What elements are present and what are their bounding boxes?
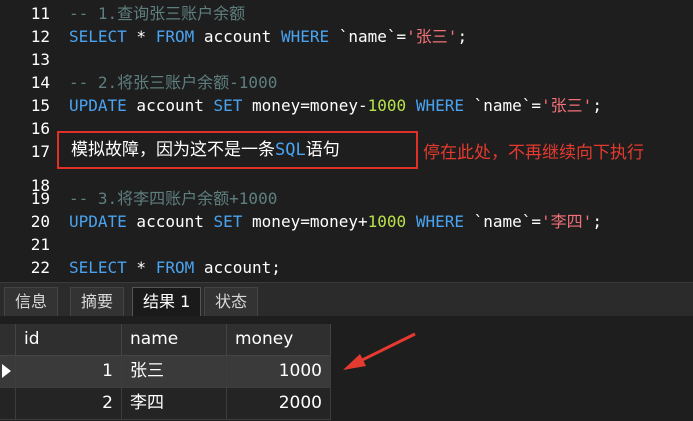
code-statement: SELECT * FROM account WHERE `name`='张三'; (69, 25, 467, 48)
line-number: 21 (30, 235, 50, 254)
table-cell[interactable]: 2 (16, 388, 122, 420)
keyword: UPDATE (69, 212, 127, 231)
number-literal: 1000 (367, 212, 407, 231)
string-literal: '李四' (541, 212, 593, 231)
code-text: ; (592, 96, 602, 115)
keyword: WHERE (415, 96, 464, 115)
keyword: FROM (155, 258, 195, 277)
keyword: SET (213, 96, 243, 115)
code-comment: -- 1.查询张三账户余额 (69, 4, 246, 23)
code-text: account (126, 96, 214, 115)
keyword: SET (213, 212, 243, 231)
code-text: ; (457, 27, 468, 46)
code-comment: -- 2.将张三账户余额-1000 (69, 73, 278, 92)
keyword: WHERE (280, 27, 330, 46)
keyword: SELECT (69, 258, 127, 277)
string-literal: '张三' (541, 96, 593, 115)
code-comment: -- 3.将李四账户余额+1000 (69, 189, 278, 208)
code-line: 13 (0, 48, 693, 71)
line-number: 14 (30, 73, 50, 92)
code-line: 19 -- 3.将李四账户余额+1000 (0, 187, 693, 210)
fault-text: 语句 (305, 140, 340, 160)
line-number: 17 (30, 142, 50, 161)
sql-editor[interactable]: 11 -- 1.查询张三账户余额 12 SELECT * FROM accoun… (0, 0, 693, 282)
code-statement: UPDATE account SET money=money-1000 WHER… (69, 94, 602, 117)
code-text: money=money+ (242, 212, 368, 231)
keyword: SELECT (69, 27, 127, 46)
code-line: 12 SELECT * FROM account WHERE `name`='张… (0, 25, 693, 48)
line-number: 20 (30, 212, 50, 231)
table-cell[interactable]: 1 (16, 356, 122, 388)
column-header-id[interactable]: id (16, 324, 122, 356)
current-row-icon (2, 364, 11, 378)
keyword: UPDATE (69, 96, 127, 115)
code-line: 11 -- 1.查询张三账户余额 (0, 2, 693, 25)
keyword: FROM (155, 27, 195, 46)
row-selector[interactable] (0, 388, 16, 420)
table-cell[interactable]: 李四 (122, 388, 227, 420)
table-cell[interactable]: 张三 (122, 356, 227, 388)
column-header-name[interactable]: name (122, 324, 227, 356)
string-literal: '张三' (406, 27, 458, 46)
keyword: WHERE (415, 212, 464, 231)
code-statement: SELECT * FROM account; (69, 256, 281, 279)
line-number: 22 (30, 258, 50, 277)
code-text: `name`= (463, 96, 542, 115)
line-number: 15 (30, 96, 50, 115)
line-number: 19 (30, 189, 50, 208)
result-grid: id name money 1 张三 1000 2 李四 2000 (0, 316, 693, 421)
line-number: 13 (30, 50, 50, 69)
code-line: 21 (0, 233, 693, 256)
code-text: money=money- (242, 96, 368, 115)
tab-status[interactable]: 状态 (204, 287, 259, 317)
table-cell[interactable]: 2000 (227, 388, 331, 420)
code-text: ; (592, 212, 602, 231)
number-literal: 1000 (367, 96, 407, 115)
column-header-money[interactable]: money (227, 324, 331, 356)
fault-text-sql: SQL (275, 140, 306, 160)
line-number: 16 (30, 119, 50, 138)
line-number: 12 (30, 27, 50, 46)
result-tabs: 信息 摘要 结果 1 状态 (0, 282, 693, 317)
code-text: `name`= (329, 27, 407, 46)
line-number: 11 (30, 4, 50, 23)
tab-summary[interactable]: 摘要 (70, 287, 125, 317)
code-line: 15 UPDATE account SET money=money-1000 W… (0, 94, 693, 117)
code-text: * (126, 258, 156, 277)
code-text: account (194, 27, 281, 46)
code-text: account; (194, 258, 281, 277)
code-text: * (126, 27, 156, 46)
fault-text: 模拟故障，因为这不是一条 (71, 140, 275, 160)
code-statement: UPDATE account SET money=money+1000 WHER… (69, 210, 602, 233)
tab-info[interactable]: 信息 (4, 287, 59, 317)
code-text: `name`= (463, 212, 542, 231)
code-line: 14 -- 2.将张三账户余额-1000 (0, 71, 693, 94)
code-line: 22 SELECT * FROM account; (0, 256, 693, 279)
fault-statement: 模拟故障，因为这不是一条SQL语句 (71, 139, 340, 162)
stop-annotation: 停在此处，不再继续向下执行 (423, 143, 644, 163)
code-line: 20 UPDATE account SET money=money+1000 W… (0, 210, 693, 233)
table-cell[interactable]: 1000 (227, 356, 331, 388)
tab-result-1[interactable]: 结果 1 (132, 287, 202, 317)
row-header-corner (0, 324, 16, 356)
code-text: account (126, 212, 214, 231)
